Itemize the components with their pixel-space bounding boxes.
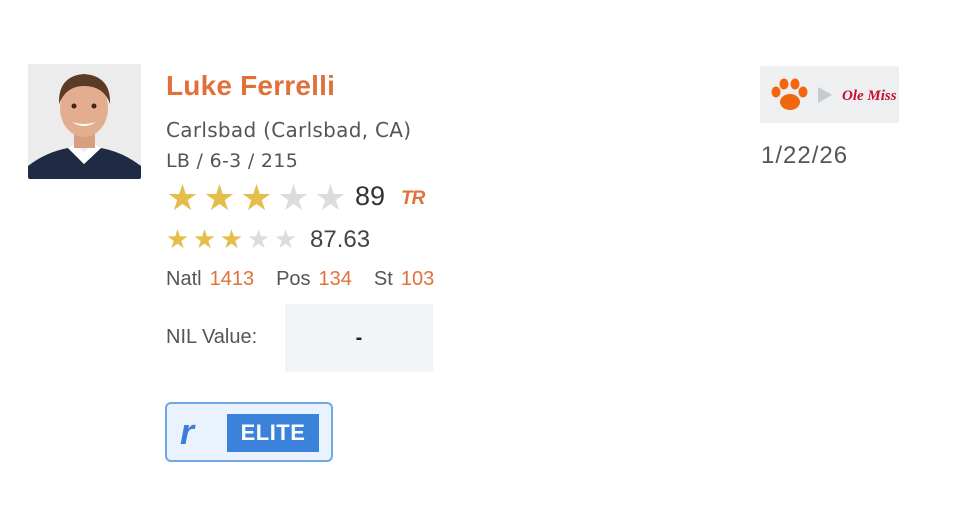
player-name[interactable]: Luke Ferrelli: [166, 70, 335, 102]
rivals-logo-icon: r: [180, 411, 195, 452]
transfer-graphic: Ole Miss: [771, 78, 897, 110]
rank-label: Pos: [276, 268, 311, 290]
tr-rating-logo: TR: [401, 188, 425, 209]
elite-badge[interactable]: r ELITE: [165, 402, 333, 462]
star-filled-icon: ★: [192, 224, 217, 254]
nil-value: -: [355, 326, 363, 349]
star-empty-icon: ★: [273, 224, 298, 254]
star-filled-icon: ★: [165, 224, 190, 254]
secondary-rating-score: 87.63: [310, 226, 371, 253]
rank-label: Natl: [166, 268, 202, 290]
secondary-star-rating: ★ ★ ★ ★ ★: [164, 224, 299, 254]
transfer-date: 1/22/26: [761, 142, 849, 169]
rank-label: St: [373, 268, 393, 290]
rank-national[interactable]: Natl 1413: [166, 268, 254, 291]
elite-label: ELITE: [227, 414, 319, 452]
rank-value: 134: [318, 268, 352, 290]
rankings-row: Natl 1413 Pos 134 St 103: [166, 268, 456, 291]
rank-state[interactable]: St 103: [374, 268, 434, 291]
star-empty-icon: ★: [246, 224, 271, 254]
player-measurables: LB / 6-3 / 215: [166, 150, 299, 172]
star-empty-icon: ★: [314, 177, 347, 218]
star-filled-icon: ★: [203, 177, 236, 218]
transfer-schools[interactable]: Ole Miss: [760, 66, 899, 123]
rank-position[interactable]: Pos 134: [276, 268, 352, 291]
rank-value: 103: [400, 268, 435, 290]
player-hometown: Carlsbad (Carlsbad, CA): [166, 118, 412, 142]
paw-icon: [771, 78, 808, 110]
star-filled-icon: ★: [219, 224, 244, 254]
star-filled-icon: ★: [240, 177, 273, 218]
player-card: Luke Ferrelli Carlsbad (Carlsbad, CA) LB…: [0, 0, 959, 509]
player-photo: [28, 64, 141, 179]
nil-value-box: -: [285, 304, 433, 372]
star-empty-icon: ★: [277, 177, 310, 218]
star-filled-icon: ★: [166, 177, 199, 218]
arrow-right-icon: [818, 87, 832, 103]
player-avatar[interactable]: [28, 64, 141, 179]
nil-value-label: NIL Value:: [166, 326, 258, 348]
ole-miss-logo: Ole Miss: [842, 88, 897, 104]
rank-value: 1413: [209, 268, 255, 290]
primary-star-rating: ★ ★ ★ ★ ★: [164, 178, 349, 218]
primary-rating-score: 89: [355, 181, 386, 211]
